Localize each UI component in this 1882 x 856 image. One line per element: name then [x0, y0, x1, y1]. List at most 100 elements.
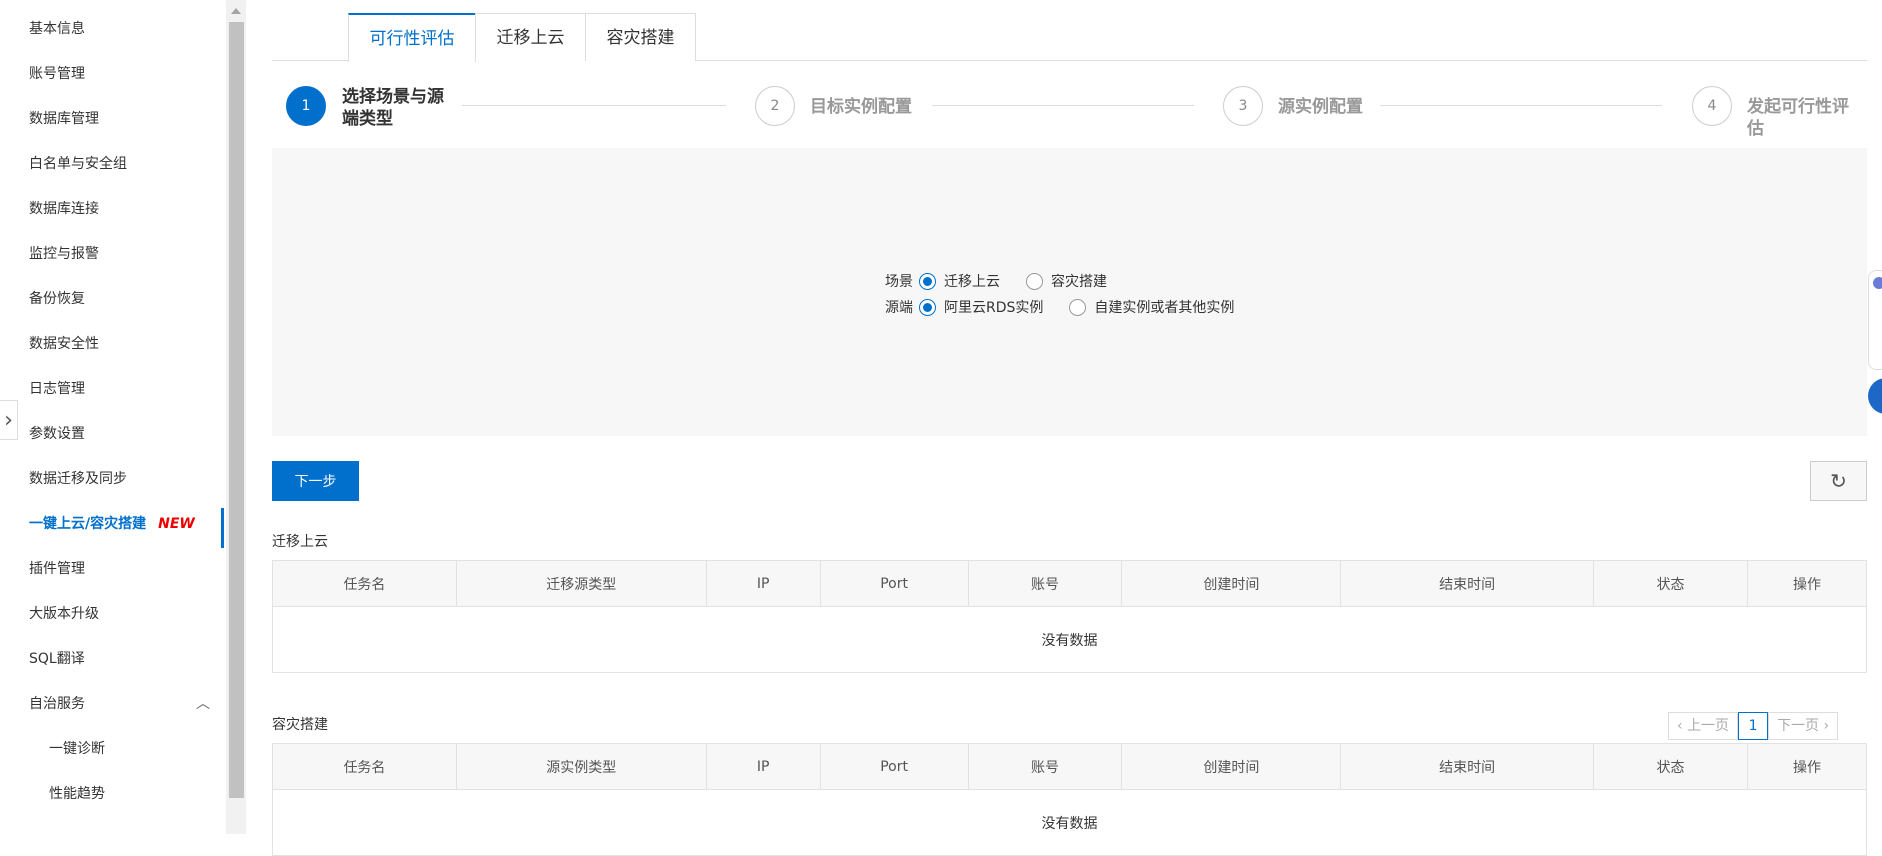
sidebar-item-label: 一键诊断	[49, 741, 105, 757]
column-header: 状态	[1593, 743, 1748, 790]
sidebar-item-upgrade[interactable]: 大版本升级	[0, 595, 226, 640]
sidebar-item-label: 参数设置	[29, 426, 85, 442]
sidebar-item-whitelist[interactable]: 白名单与安全组	[0, 145, 226, 190]
prev-page-button[interactable]: ‹ 上一页	[1668, 712, 1739, 740]
step-2-circle: 2	[755, 86, 795, 126]
dr-section-title: 容灾搭建	[272, 717, 328, 733]
sidebar-item-backup[interactable]: 备份恢复	[0, 280, 226, 325]
source-option-self-built[interactable]: 自建实例或者其他实例	[1094, 297, 1234, 317]
pagination: ‹ 上一页 1 下一页 ›	[1668, 712, 1839, 740]
new-badge: NEW	[158, 516, 195, 532]
sidebar-item-connection[interactable]: 数据库连接	[0, 190, 226, 235]
assistant-icon[interactable]	[1873, 277, 1882, 289]
source-radio-rds[interactable]	[919, 298, 936, 316]
sidebar-item-label: 数据库管理	[29, 111, 99, 127]
sidebar-item-label: SQL翻译	[29, 651, 85, 667]
sidebar-item-logs[interactable]: 日志管理	[0, 370, 226, 415]
sidebar-item-sql-translate[interactable]: SQL翻译	[0, 640, 226, 685]
column-header: 创建时间	[1121, 743, 1342, 790]
sidebar-item-label: 数据安全性	[29, 336, 99, 352]
next-page-label: 下一页	[1777, 718, 1820, 734]
step-1-circle: 1	[286, 86, 326, 126]
column-header: 迁移源类型	[455, 560, 707, 607]
table-row: 没有数据	[272, 606, 1867, 673]
sidebar-item-monitoring[interactable]: 监控与报警	[0, 235, 226, 280]
prev-page-label: 上一页	[1687, 718, 1730, 734]
scene-radio-migration[interactable]	[919, 272, 936, 290]
sidebar-item-cloud-migration[interactable]: 一键上云/容灾搭建 NEW	[0, 505, 226, 550]
sidebar: 基本信息 账号管理 数据库管理 白名单与安全组 数据库连接 监控与报警 备份恢复…	[0, 0, 226, 834]
step-connector	[462, 105, 726, 106]
refresh-icon[interactable]: ↻	[1810, 461, 1867, 501]
source-row: 源端 阿里云RDS实例 自建实例或者其他实例	[885, 297, 1254, 317]
column-header: IP	[705, 743, 821, 790]
step-connector	[932, 105, 1194, 106]
sidebar-item-performance[interactable]: 性能趋势	[0, 775, 226, 820]
chevron-left-icon: ‹	[1677, 718, 1688, 734]
step-indicator: 1 选择场景与源 端类型 2 目标实例配置 3 源实例配置 4 发起可行性评估	[272, 86, 1867, 146]
sidebar-item-parameters[interactable]: 参数设置	[0, 415, 226, 460]
column-header: 操作	[1746, 743, 1868, 790]
sidebar-item-label: 大版本升级	[29, 606, 99, 622]
column-header: 任务名	[272, 743, 457, 790]
column-header: 任务名	[272, 560, 457, 607]
step-4-circle: 4	[1692, 86, 1732, 126]
empty-state-text: 没有数据	[272, 606, 1867, 673]
sidebar-item-label: 日志管理	[29, 381, 85, 397]
sidebar-item-security[interactable]: 数据安全性	[0, 325, 226, 370]
step-4-label-line2: 估	[1747, 119, 1764, 139]
tab-disaster-recovery[interactable]: 容灾搭建	[585, 13, 696, 61]
sidebar-item-autonomy[interactable]: 自治服务 ︿	[0, 685, 226, 730]
sidebar-item-migration-sync[interactable]: 数据迁移及同步	[0, 460, 226, 505]
table-header-row: 任务名 迁移源类型 IP Port 账号 创建时间 结束时间 状态 操作	[272, 560, 1868, 607]
scene-selection-panel: 场景 迁移上云 容灾搭建 源端 阿里云RDS实例 自建实例或者其他实例	[272, 148, 1867, 436]
sidebar-item-label: 插件管理	[29, 561, 85, 577]
sidebar-item-plugins[interactable]: 插件管理	[0, 550, 226, 595]
column-header: 操作	[1746, 560, 1868, 607]
page-number-button[interactable]: 1	[1738, 712, 1769, 740]
sidebar-item-accounts[interactable]: 账号管理	[0, 55, 226, 100]
source-option-rds[interactable]: 阿里云RDS实例	[944, 297, 1043, 317]
table-header-row: 任务名 源实例类型 IP Port 账号 创建时间 结束时间 状态 操作	[272, 743, 1868, 790]
step-1-label-line1: 选择场景与源	[342, 87, 444, 107]
empty-state-text: 没有数据	[272, 789, 1867, 856]
column-header: 状态	[1593, 560, 1748, 607]
migration-task-table: 任务名 迁移源类型 IP Port 账号 创建时间 结束时间 状态 操作 没有数…	[272, 560, 1868, 673]
sidebar-item-diagnosis[interactable]: 一键诊断	[0, 730, 226, 775]
sidebar-item-label: 数据库连接	[29, 201, 99, 217]
sidebar-item-basic-info[interactable]: 基本信息	[0, 10, 226, 55]
column-header: Port	[819, 743, 969, 790]
column-header: 账号	[967, 560, 1123, 607]
column-header: Port	[819, 560, 969, 607]
source-radio-self-built[interactable]	[1069, 298, 1087, 316]
scene-option-migration[interactable]: 迁移上云	[944, 271, 1000, 291]
chevron-right-icon[interactable]: ›	[0, 400, 18, 440]
scene-row: 场景 迁移上云 容灾搭建	[885, 271, 1127, 291]
scene-option-dr[interactable]: 容灾搭建	[1051, 271, 1107, 291]
step-2-label: 目标实例配置	[810, 97, 912, 117]
column-header: 结束时间	[1340, 560, 1595, 607]
step-3-circle: 3	[1223, 86, 1263, 126]
step-1-label-line2: 端类型	[342, 109, 393, 129]
step-3-label: 源实例配置	[1278, 97, 1363, 117]
chat-bubble-icon[interactable]	[1868, 378, 1882, 414]
next-step-button[interactable]: 下一步	[272, 461, 359, 501]
dr-task-table: 任务名 源实例类型 IP Port 账号 创建时间 结束时间 状态 操作 没有数…	[272, 743, 1868, 856]
tab-feasibility[interactable]: 可行性评估	[348, 13, 476, 62]
sidebar-item-databases[interactable]: 数据库管理	[0, 100, 226, 145]
scene-radio-dr[interactable]	[1026, 272, 1043, 290]
scroll-up-arrow-icon[interactable]	[231, 8, 241, 14]
sidebar-scroll-thumb[interactable]	[229, 22, 244, 798]
tab-bar: 可行性评估 迁移上云 容灾搭建	[272, 13, 1867, 62]
sidebar-item-label: 数据迁移及同步	[29, 471, 127, 487]
sidebar-item-label: 监控与报警	[29, 246, 99, 262]
sidebar-item-label: 白名单与安全组	[29, 156, 127, 172]
chevron-up-icon: ︿	[196, 696, 210, 712]
column-header: 结束时间	[1340, 743, 1595, 790]
migration-section-title: 迁移上云	[272, 534, 328, 550]
column-header: 源实例类型	[455, 743, 707, 790]
sidebar-menu: 基本信息 账号管理 数据库管理 白名单与安全组 数据库连接 监控与报警 备份恢复…	[0, 10, 226, 820]
tab-migration[interactable]: 迁移上云	[475, 13, 586, 61]
next-page-button[interactable]: 下一页 ›	[1768, 712, 1839, 740]
step-4-label: 发起可行性评估	[1747, 96, 1849, 140]
